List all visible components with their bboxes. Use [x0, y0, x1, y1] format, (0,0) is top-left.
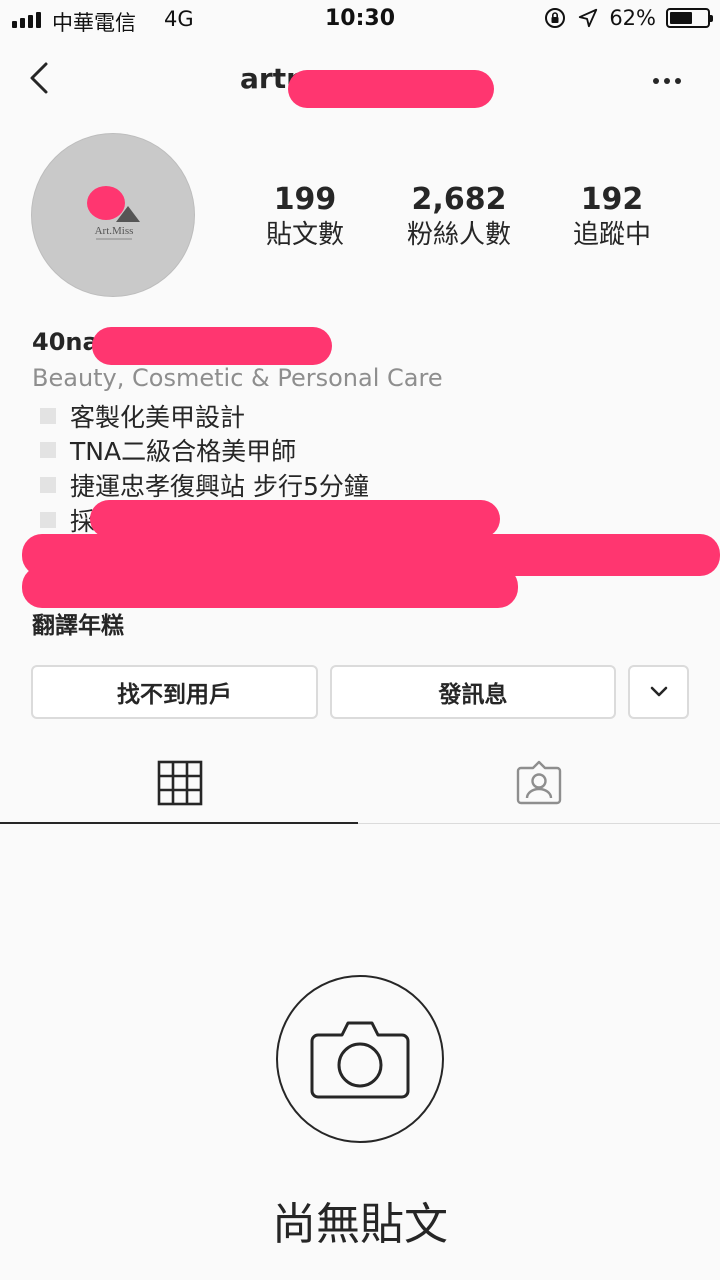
active-tab-indicator — [0, 822, 358, 824]
suggested-dropdown-button[interactable] — [628, 665, 689, 719]
translate-link[interactable]: 翻譯年糕 — [32, 606, 124, 640]
posts-count: 199 — [273, 182, 337, 217]
bullet-square-icon — [40, 512, 56, 528]
more-options-icon[interactable] — [650, 62, 684, 96]
following-count: 192 — [580, 182, 644, 217]
bio-line: 客製化美甲設計 — [40, 398, 245, 434]
redaction-mark — [92, 327, 332, 365]
battery-icon — [666, 8, 713, 28]
redaction-mark — [90, 500, 500, 538]
redaction-mark — [22, 566, 518, 608]
followers-label: 粉絲人數 — [406, 220, 511, 250]
bio-line: TNA二級合格美甲師 — [40, 432, 296, 468]
bio-line: 捷運忠孝復興站 步行5分鐘 — [40, 467, 369, 503]
back-chevron-icon[interactable] — [20, 56, 60, 100]
redaction-mark — [288, 70, 494, 108]
status-bar: 中華電信 4G 10:30 62% — [0, 0, 720, 40]
posts-stat[interactable]: 199 貼文數 — [230, 182, 380, 252]
orientation-lock-icon — [545, 8, 566, 28]
battery-percent: 62% — [609, 6, 656, 30]
tab-grid[interactable] — [0, 740, 359, 826]
message-button[interactable]: 發訊息 — [330, 665, 616, 719]
posts-label: 貼文數 — [265, 220, 344, 250]
bullet-square-icon — [40, 477, 56, 493]
bullet-square-icon — [40, 442, 56, 458]
profile-category: Beauty, Cosmetic & Personal Care — [32, 364, 443, 392]
redaction-mark — [87, 186, 125, 220]
following-stat[interactable]: 192 追蹤中 — [537, 182, 687, 252]
following-label: 追蹤中 — [572, 220, 651, 250]
camera-icon — [310, 1021, 410, 1099]
grid-icon — [157, 760, 202, 806]
user-not-found-button[interactable]: 找不到用戶 — [31, 665, 318, 719]
avatar-logo-text: Art.Miss — [95, 225, 134, 237]
chevron-down-icon — [650, 686, 667, 697]
status-right: 62% — [543, 6, 713, 30]
bullet-square-icon — [40, 408, 56, 424]
tab-tagged[interactable] — [359, 740, 718, 826]
tagged-person-icon — [516, 760, 561, 805]
followers-stat[interactable]: 2,682 粉絲人數 — [384, 182, 534, 252]
bio-line: 採 — [40, 502, 95, 538]
empty-state-text: 尚無貼文 — [272, 1199, 448, 1250]
location-arrow-icon — [579, 8, 598, 28]
followers-count: 2,682 — [411, 182, 507, 217]
empty-state-camera-circle — [276, 975, 444, 1143]
profile-display-name: 40na — [32, 328, 99, 356]
